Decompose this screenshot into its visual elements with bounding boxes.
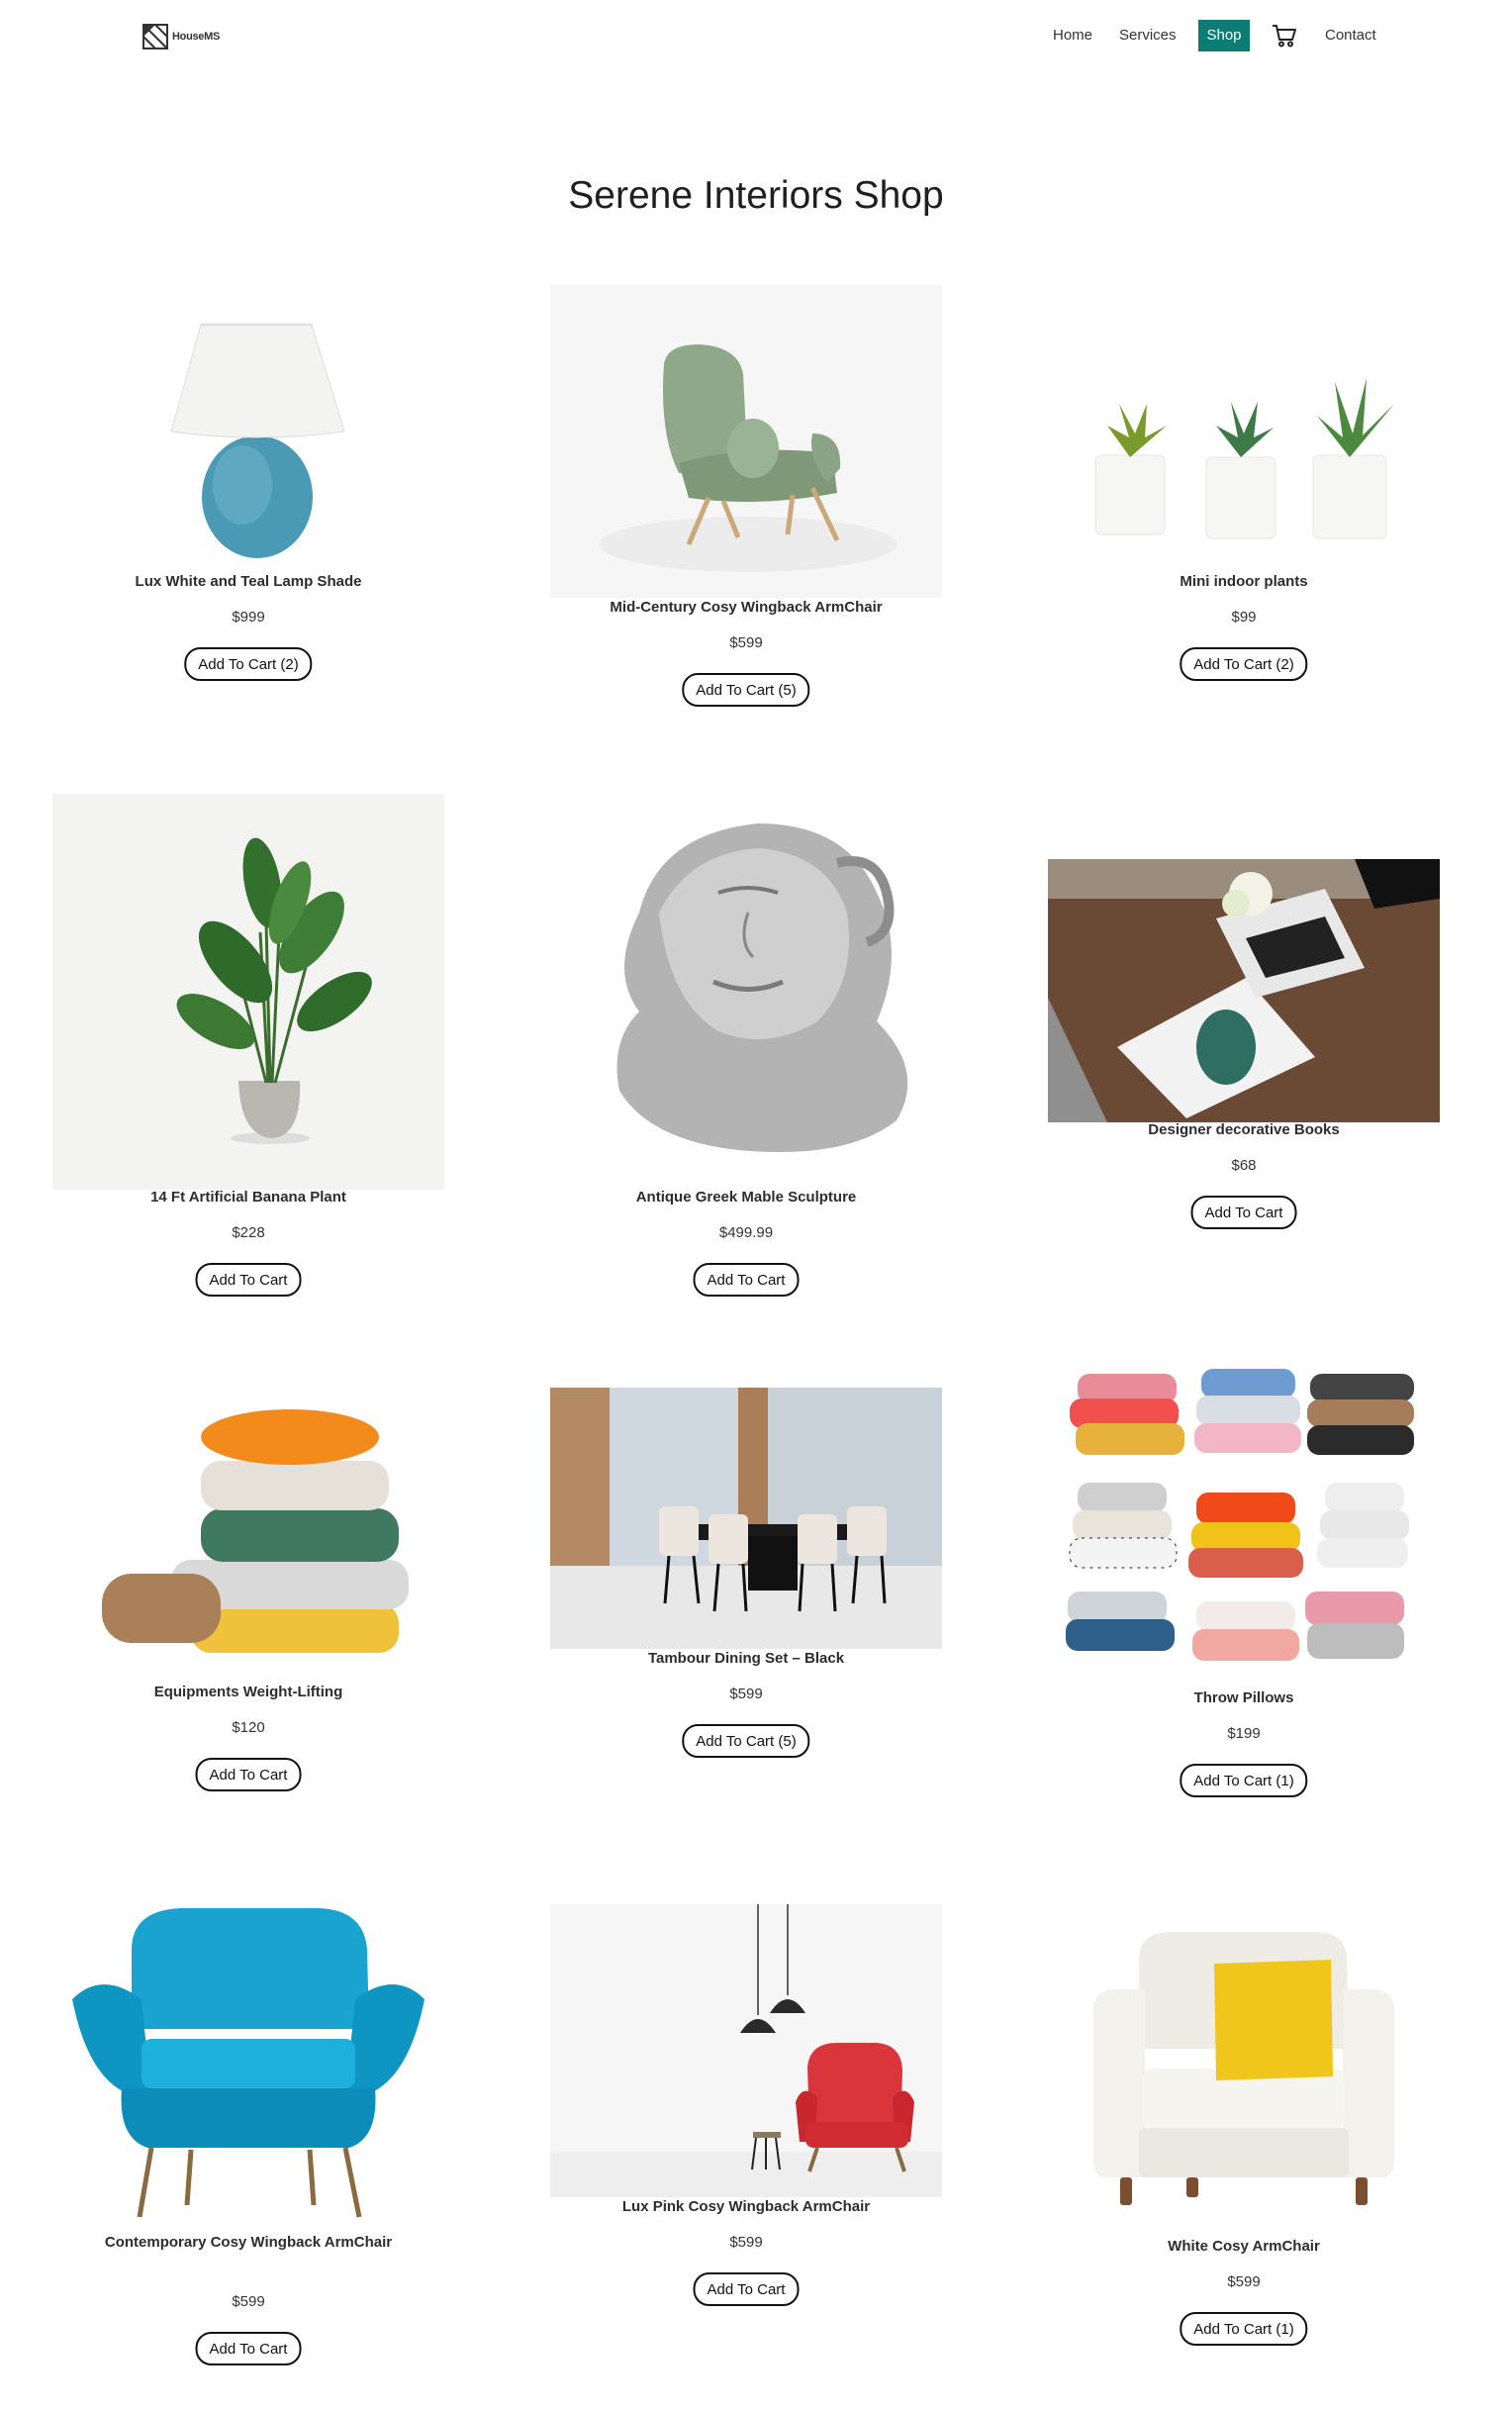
add-to-cart-button[interactable]: Add To Cart xyxy=(693,1263,800,1297)
product-image[interactable] xyxy=(52,794,444,1190)
product-price: $599 xyxy=(1227,2273,1261,2290)
product-card: 14 Ft Artificial Banana Plant $228 Add T… xyxy=(52,794,444,1308)
product-price: $99 xyxy=(1231,609,1257,626)
product-name: Mini indoor plants xyxy=(1180,573,1308,590)
shopping-cart-icon xyxy=(1273,25,1296,48)
add-to-cart-button[interactable]: Add To Cart xyxy=(1190,1196,1297,1229)
product-name: Lux White and Teal Lamp Shade xyxy=(135,573,362,590)
pillow-stack-image xyxy=(52,1366,444,1663)
product-name: White Cosy ArmChair xyxy=(1168,2238,1320,2255)
nav-home[interactable]: Home xyxy=(1053,20,1092,51)
product-card: Designer decorative Books $68 Add To Car… xyxy=(1048,859,1440,1255)
red-armchair-image xyxy=(550,1904,942,2197)
add-to-cart-button[interactable]: Add To Cart (5) xyxy=(682,673,810,707)
banana-plant-image xyxy=(52,794,444,1190)
main-nav: Home Services Shop Contact xyxy=(0,20,1512,51)
white-armchair-image xyxy=(1048,1890,1440,2227)
product-price: $599 xyxy=(729,634,763,651)
product-price: $68 xyxy=(1231,1157,1257,1174)
product-name: Mid-Century Cosy Wingback ArmChair xyxy=(610,599,883,616)
green-armchair-image xyxy=(550,285,942,598)
product-image[interactable] xyxy=(52,1890,444,2227)
product-card: Throw Pillows $199 Add To Cart (1) xyxy=(1048,1354,1440,1829)
product-card: Mini indoor plants $99 Add To Cart (2) xyxy=(1048,287,1440,703)
product-name: 14 Ft Artificial Banana Plant xyxy=(150,1189,346,1206)
dining-set-image xyxy=(550,1388,942,1649)
product-image[interactable] xyxy=(550,1904,942,2197)
product-price: $999 xyxy=(232,609,265,626)
product-name: Equipments Weight-Lifting xyxy=(153,1684,343,1700)
product-price: $599 xyxy=(729,1686,763,1702)
product-image[interactable] xyxy=(1048,859,1440,1122)
add-to-cart-button[interactable]: Add To Cart (2) xyxy=(1180,647,1308,681)
product-image[interactable] xyxy=(1048,287,1440,564)
nav-services[interactable]: Services xyxy=(1119,20,1177,51)
product-price: $228 xyxy=(232,1224,265,1241)
product-image[interactable] xyxy=(52,1366,444,1663)
add-to-cart-button[interactable]: Add To Cart xyxy=(195,2332,302,2365)
product-name: Throw Pillows xyxy=(1193,1689,1294,1706)
add-to-cart-button[interactable]: Add To Cart (1) xyxy=(1180,2312,1308,2346)
product-card: Mid-Century Cosy Wingback ArmChair $599 … xyxy=(550,285,942,721)
product-card: Contemporary Cosy Wingback ArmChair $599… xyxy=(52,1890,444,2395)
product-price: $499.99 xyxy=(718,1224,774,1241)
throw-pillows-image xyxy=(1048,1354,1440,1690)
books-image xyxy=(1048,859,1440,1122)
mini-plants-image xyxy=(1048,287,1440,564)
product-name: Antique Greek Mable Sculpture xyxy=(635,1189,857,1206)
product-card: White Cosy ArmChair $599 Add To Cart (1) xyxy=(1048,1890,1440,2375)
product-price: $199 xyxy=(1227,1725,1261,1742)
product-image[interactable] xyxy=(550,285,942,598)
add-to-cart-button[interactable]: Add To Cart (1) xyxy=(1180,1764,1308,1797)
product-price: $120 xyxy=(232,1719,265,1736)
add-to-cart-button[interactable]: Add To Cart xyxy=(195,1758,302,1791)
product-name: Contemporary Cosy Wingback ArmChair xyxy=(104,2234,393,2251)
product-image[interactable] xyxy=(1048,1890,1440,2227)
product-card: Equipments Weight-Lifting $120 Add To Ca… xyxy=(52,1366,444,1821)
page-title: Serene Interiors Shop xyxy=(568,174,944,217)
product-card: Lux Pink Cosy Wingback ArmChair $599 Add… xyxy=(550,1904,942,2369)
product-price: $599 xyxy=(729,2234,763,2251)
blue-armchair-image xyxy=(52,1890,444,2227)
add-to-cart-button[interactable]: Add To Cart (5) xyxy=(682,1724,810,1758)
nav-contact[interactable]: Contact xyxy=(1325,20,1376,51)
product-image[interactable] xyxy=(52,287,444,564)
product-image[interactable] xyxy=(550,1388,942,1649)
nav-cart[interactable] xyxy=(1272,20,1299,51)
product-image[interactable] xyxy=(550,794,942,1190)
add-to-cart-button[interactable]: Add To Cart (2) xyxy=(184,647,313,681)
sculpture-image xyxy=(550,794,942,1190)
add-to-cart-button[interactable]: Add To Cart xyxy=(195,1263,302,1297)
add-to-cart-button[interactable]: Add To Cart xyxy=(693,2272,800,2306)
product-card: Lux White and Teal Lamp Shade $999 Add T… xyxy=(52,287,444,703)
product-name: Lux Pink Cosy Wingback ArmChair xyxy=(621,2198,871,2215)
nav-shop[interactable]: Shop xyxy=(1198,20,1250,51)
product-image[interactable] xyxy=(1048,1354,1440,1690)
product-name: Tambour Dining Set – Black xyxy=(647,1650,845,1667)
lamp-image xyxy=(52,287,444,564)
product-price: $599 xyxy=(232,2293,265,2310)
product-name: Designer decorative Books xyxy=(1148,1121,1340,1138)
product-card: Tambour Dining Set – Black $599 Add To C… xyxy=(550,1388,942,1784)
product-card: Antique Greek Mable Sculpture $499.99 Ad… xyxy=(550,794,942,1308)
